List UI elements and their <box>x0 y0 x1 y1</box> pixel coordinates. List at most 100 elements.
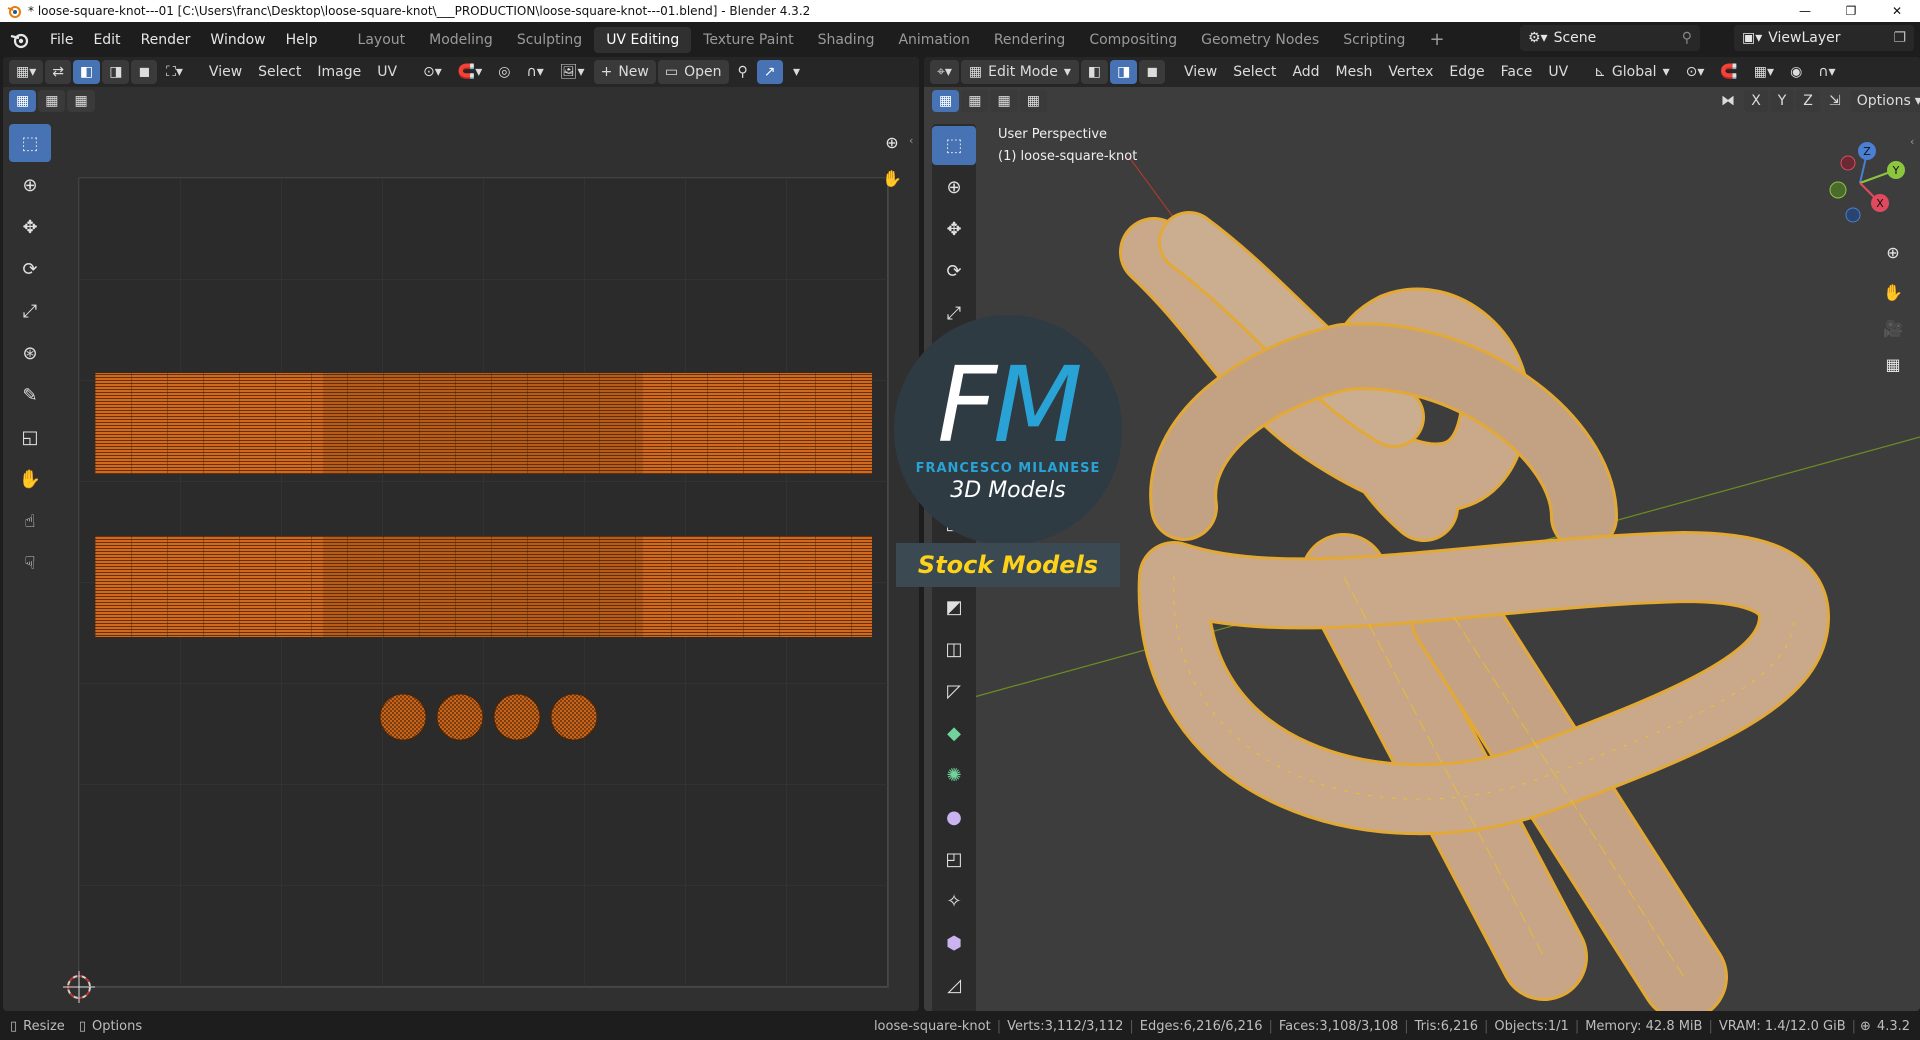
vp-menu-face[interactable]: Face <box>1494 60 1540 84</box>
sync-selection-icon[interactable]: ⇄ <box>45 60 71 84</box>
tab-modeling[interactable]: Modeling <box>417 27 505 53</box>
vp-menu-view[interactable]: View <box>1177 60 1224 84</box>
shrink-fatten-tool-icon[interactable]: ✧ <box>932 882 976 921</box>
tab-sculpting[interactable]: Sculpting <box>505 27 594 53</box>
pivot-icon[interactable]: ⊙▾ <box>416 60 449 84</box>
vp-menu-select[interactable]: Select <box>1226 60 1283 84</box>
vp-menu-add[interactable]: Add <box>1285 60 1326 84</box>
rip-region-tool-icon[interactable]: ◿ <box>932 966 976 1005</box>
uv-island-cap-3[interactable] <box>493 693 541 741</box>
tab-scripting[interactable]: Scripting <box>1331 27 1417 53</box>
close-button[interactable]: ✕ <box>1874 0 1920 22</box>
uv-menu-image[interactable]: Image <box>310 60 368 84</box>
mirror-z-toggle[interactable]: Z <box>1796 90 1820 112</box>
snap-toggle-icon[interactable]: 🧲 <box>1713 60 1744 84</box>
proportional-edit-icon[interactable]: ◎ <box>491 60 517 84</box>
falloff-icon[interactable]: ∩▾ <box>520 60 551 84</box>
smooth-tool-icon[interactable]: ● <box>932 798 976 837</box>
bevel-tool-icon[interactable]: ◩ <box>932 588 976 627</box>
vp-menu-edge[interactable]: Edge <box>1442 60 1491 84</box>
sticky-selection-icon[interactable]: ⛶▾ <box>159 60 190 84</box>
uv-editor[interactable]: ▦▾ ⇄ ◧ ◨ ◼ ⛶▾ View Select Image UV ⊙▾ 🧲▾… <box>3 57 919 1011</box>
menu-file[interactable]: File <box>40 27 83 53</box>
pin-icon[interactable]: ⚲ <box>1682 30 1692 46</box>
scene-selector[interactable]: ⚙▾ Scene ⚲ <box>1520 25 1700 51</box>
3d-viewport[interactable]: ⌖▾ ▦ Edit Mode ▾ ◧ ◨ ◼ View Select Add M… <box>924 57 1920 1011</box>
pivot-point-icon[interactable]: ⊙▾ <box>1679 60 1712 84</box>
loop-cut-tool-icon[interactable]: ◫ <box>932 630 976 669</box>
uv-island-strip-2[interactable] <box>95 536 872 637</box>
uv-island-cap-2[interactable] <box>436 693 484 741</box>
image-browse-icon[interactable]: 🖼▾ <box>553 60 592 84</box>
maximize-button[interactable]: ❐ <box>1828 0 1874 22</box>
vp-select-new-icon[interactable]: ▦ <box>932 90 960 112</box>
vp-move-tool-icon[interactable]: ✥ <box>932 210 976 249</box>
camera-view-icon[interactable]: 🎥 <box>1878 313 1908 343</box>
vp-select-extend-icon[interactable]: ▦ <box>961 90 989 112</box>
editor-type-icon[interactable]: ▦▾ <box>9 60 44 84</box>
overlay-dropdown-icon[interactable]: ▾ <box>785 60 809 84</box>
knot-mesh[interactable] <box>1119 211 1830 1011</box>
pin-image-icon[interactable]: ⚲ <box>731 60 755 84</box>
uv-island-cap-4[interactable] <box>550 693 598 741</box>
snap-target-icon[interactable]: ▦▾ <box>1747 60 1781 84</box>
gizmo-toggle-icon[interactable]: ↗ <box>756 60 783 84</box>
tab-layout[interactable]: Layout <box>346 27 418 53</box>
tab-geometry-nodes[interactable]: Geometry Nodes <box>1189 27 1331 53</box>
pan-hand-icon[interactable]: ✋ <box>877 163 907 193</box>
vertex-select-icon[interactable]: ◧ <box>73 60 101 84</box>
vp-sidebar-toggle-icon[interactable]: ‹ <box>1910 135 1914 148</box>
face-select-icon[interactable]: ◼ <box>131 60 158 84</box>
edge-slide-tool-icon[interactable]: ◰ <box>932 840 976 879</box>
vp-menu-mesh[interactable]: Mesh <box>1329 60 1380 84</box>
knife-tool-icon[interactable]: ◸ <box>932 672 976 711</box>
open-image-button[interactable]: ▭ Open <box>657 60 729 84</box>
minimize-button[interactable]: — <box>1782 0 1828 22</box>
add-workspace-button[interactable]: + <box>1417 27 1456 53</box>
mirror-x-toggle[interactable]: X <box>1744 90 1768 112</box>
tab-compositing[interactable]: Compositing <box>1077 27 1189 53</box>
mode-selector[interactable]: ▦ Edit Mode ▾ <box>960 60 1079 84</box>
sidebar-toggle-icon[interactable]: ‹ <box>909 134 913 147</box>
menu-help[interactable]: Help <box>276 27 328 53</box>
vp-pan-hand-icon[interactable]: ✋ <box>1878 277 1908 307</box>
zoom-icon[interactable]: ⊕ <box>877 127 907 157</box>
vertex-mode-icon[interactable]: ◧ <box>1080 60 1109 84</box>
tab-texture-paint[interactable]: Texture Paint <box>691 27 805 53</box>
uv-canvas[interactable] <box>3 87 919 1011</box>
uv-menu-view[interactable]: View <box>202 60 249 84</box>
uv-island-strip-1[interactable] <box>95 373 872 474</box>
shear-tool-icon[interactable]: ⬢ <box>932 924 976 963</box>
uv-menu-select[interactable]: Select <box>251 60 308 84</box>
spin-tool-icon[interactable]: ✺ <box>932 756 976 795</box>
viewport-canvas[interactable] <box>924 57 1920 1011</box>
uv-menu-uv[interactable]: UV <box>370 60 404 84</box>
vp-menu-vertex[interactable]: Vertex <box>1381 60 1440 84</box>
auto-merge-icon[interactable]: ⇲ <box>1822 90 1848 112</box>
menu-render[interactable]: Render <box>131 27 201 53</box>
menu-edit[interactable]: Edit <box>83 27 130 53</box>
orientation-selector[interactable]: ⊾ Global ▾ <box>1587 60 1676 84</box>
vp-select-invert-icon[interactable]: ▦ <box>1019 90 1047 112</box>
snap-icon[interactable]: 🧲▾ <box>451 60 489 84</box>
edge-mode-icon[interactable]: ◨ <box>1110 60 1138 84</box>
new-image-button[interactable]: + New <box>593 60 656 84</box>
face-mode-icon[interactable]: ◼ <box>1139 60 1165 84</box>
tab-animation[interactable]: Animation <box>886 27 981 53</box>
menu-window[interactable]: Window <box>200 27 275 53</box>
perspective-toggle-icon[interactable]: ▦ <box>1878 349 1908 379</box>
mirror-icon[interactable]: ⧓ <box>1714 90 1742 112</box>
vp-menu-uv[interactable]: UV <box>1541 60 1575 84</box>
vp-cursor-tool-icon[interactable]: ⊕ <box>932 168 976 207</box>
edge-select-icon[interactable]: ◨ <box>102 60 130 84</box>
vp-zoom-icon[interactable]: ⊕ <box>1878 237 1908 267</box>
viewport-editor-type-icon[interactable]: ⌖▾ <box>930 60 959 84</box>
blender-menu-icon[interactable] <box>0 27 40 53</box>
vp-select-subtract-icon[interactable]: ▦ <box>990 90 1018 112</box>
tab-uv-editing[interactable]: UV Editing <box>594 26 692 53</box>
vp-select-box-tool-icon[interactable]: ⬚ <box>932 126 976 165</box>
copy-icon[interactable]: ❐ <box>1893 30 1906 46</box>
tab-shading[interactable]: Shading <box>806 27 887 53</box>
tab-rendering[interactable]: Rendering <box>982 27 1078 53</box>
options-dropdown[interactable]: Options ▾ <box>1849 90 1920 112</box>
